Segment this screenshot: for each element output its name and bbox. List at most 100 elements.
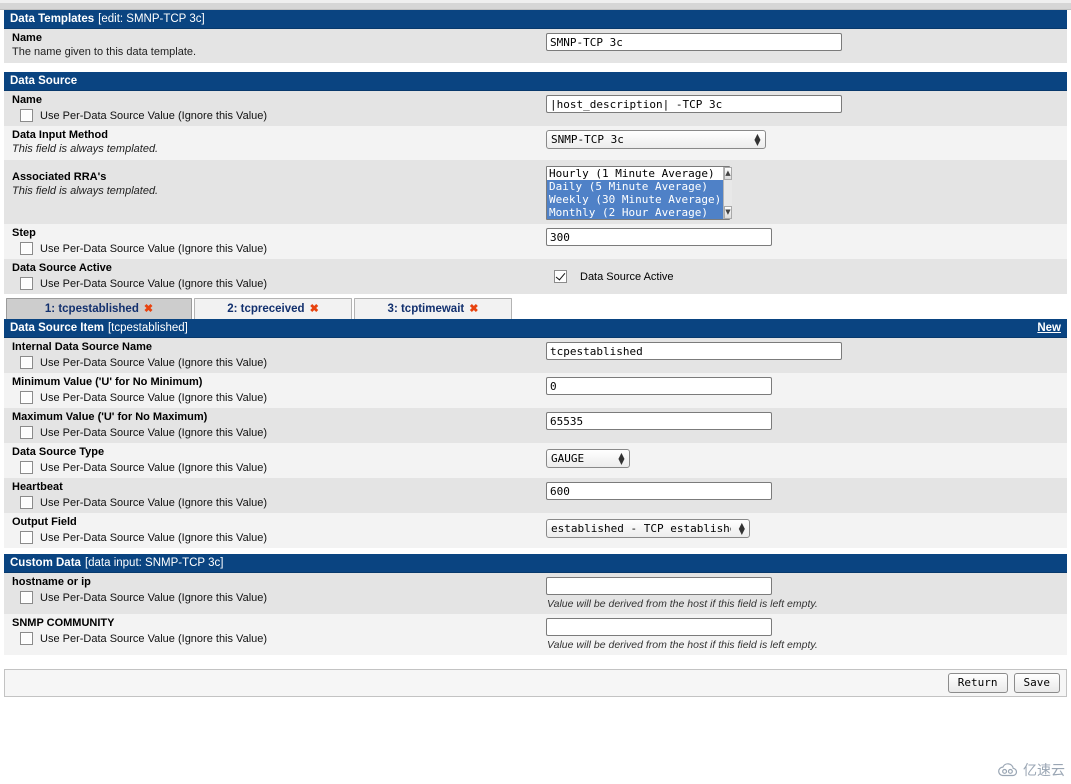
content-wrap: Data Templates [edit: SMNP-TCP 3c] Name T… <box>0 10 1071 655</box>
list-item[interactable]: Hourly (1 Minute Average) <box>547 167 723 180</box>
hostname-checkbox-line[interactable]: Use Per-Data Source Value (Ignore this V… <box>20 591 540 604</box>
snmp-community-label: SNMP COMMUNITY <box>12 617 115 629</box>
snmp-community-checkbox-line[interactable]: Use Per-Data Source Value (Ignore this V… <box>20 632 540 645</box>
associated-rras-label: Associated RRA's <box>12 171 107 183</box>
data-input-method-select[interactable]: SNMP-TCP 3c ▲ ▼ <box>546 130 766 149</box>
tab-tcpestablished[interactable]: 1: tcpestablished ✖ <box>6 298 192 319</box>
ds-name-checkbox-label: Use Per-Data Source Value (Ignore this V… <box>40 109 268 122</box>
snmp-community-checkbox-label: Use Per-Data Source Value (Ignore this V… <box>40 632 268 645</box>
snmp-community-hint: Value will be derived from the host if t… <box>547 639 818 651</box>
tab-close-icon[interactable]: ✖ <box>310 303 319 315</box>
internal-ds-name-input[interactable] <box>546 342 842 360</box>
ds-active-toggle[interactable]: Data Source Active <box>546 270 1067 283</box>
internal-ds-name-checkbox-label: Use Per-Data Source Value (Ignore this V… <box>40 356 268 369</box>
hostname-checkbox[interactable] <box>20 591 33 604</box>
output-field-label: Output Field <box>12 516 77 528</box>
step-checkbox-label: Use Per-Data Source Value (Ignore this V… <box>40 242 268 255</box>
hostname-or-ip-input[interactable] <box>546 577 772 595</box>
hostname-hint: Value will be derived from the host if t… <box>547 598 818 610</box>
tab-tcpreceived[interactable]: 2: tcpreceived ✖ <box>194 298 352 319</box>
section-header-data-source: Data Source <box>4 72 1067 91</box>
minimum-value-checkbox-line[interactable]: Use Per-Data Source Value (Ignore this V… <box>20 391 540 404</box>
row-snmp-community: SNMP COMMUNITY Use Per-Data Source Value… <box>4 614 1067 655</box>
minimum-value-checkbox-label: Use Per-Data Source Value (Ignore this V… <box>40 391 268 404</box>
data-source-item-subtitle: [tcpestablished] <box>107 321 188 334</box>
data-source-type-checkbox-line[interactable]: Use Per-Data Source Value (Ignore this V… <box>20 461 540 474</box>
listbox-scrollbar[interactable]: ▲ ▼ <box>723 167 732 219</box>
custom-data-title: Custom Data <box>10 556 81 569</box>
data-input-method-value: SNMP-TCP 3c <box>551 133 624 146</box>
ds-active-checkbox[interactable] <box>554 270 567 283</box>
data-source-type-value: GAUGE <box>551 452 585 465</box>
data-input-method-label: Data Input Method <box>12 129 108 141</box>
section-header-data-templates: Data Templates [edit: SMNP-TCP 3c] <box>4 10 1067 29</box>
return-button[interactable]: Return <box>947 673 1008 693</box>
output-field-select[interactable]: established - TCP established ▲ ▼ <box>546 519 750 538</box>
form-action-bar: Return Save <box>4 669 1067 697</box>
data-source-type-select[interactable]: GAUGE ▲ ▼ <box>546 449 630 468</box>
list-item[interactable]: Weekly (30 Minute Average) <box>547 193 724 206</box>
snmp-community-checkbox[interactable] <box>20 632 33 645</box>
ds-name-input[interactable] <box>546 95 842 113</box>
page-root: Data Templates [edit: SMNP-TCP 3c] Name T… <box>0 0 1071 784</box>
row-step: Step Use Per-Data Source Value (Ignore t… <box>4 224 1067 259</box>
step-checkbox-line[interactable]: Use Per-Data Source Value (Ignore this V… <box>20 242 540 255</box>
ds-active-per-source-line[interactable]: Use Per-Data Source Value (Ignore this V… <box>20 277 540 290</box>
template-name-desc: The name given to this data template. <box>12 46 197 58</box>
row-internal-ds-name: Internal Data Source Name Use Per-Data S… <box>4 338 1067 373</box>
associated-rras-listbox[interactable]: Hourly (1 Minute Average) Daily (5 Minut… <box>546 166 732 220</box>
list-item[interactable]: Monthly (2 Hour Average) <box>547 206 724 219</box>
internal-ds-name-label: Internal Data Source Name <box>12 341 152 353</box>
ds-name-checkbox[interactable] <box>20 109 33 122</box>
new-data-source-item-link[interactable]: New <box>1037 319 1061 338</box>
heartbeat-checkbox-line[interactable]: Use Per-Data Source Value (Ignore this V… <box>20 496 540 509</box>
cloud-icon <box>998 763 1018 777</box>
data-templates-title: Data Templates <box>10 12 95 25</box>
tab-close-icon[interactable]: ✖ <box>144 303 153 315</box>
data-source-item-tabs: 1: tcpestablished ✖ 2: tcpreceived ✖ 3: tc… <box>4 297 1067 319</box>
heartbeat-input[interactable] <box>546 482 772 500</box>
scroll-up-arrow-icon[interactable]: ▲ <box>724 167 732 180</box>
section-header-data-source-item: Data Source Item [tcpestablished] New <box>4 319 1067 338</box>
template-name-input[interactable] <box>546 33 842 51</box>
step-input[interactable] <box>546 228 772 246</box>
internal-ds-name-checkbox-line[interactable]: Use Per-Data Source Value (Ignore this V… <box>20 356 540 369</box>
template-name-label: Name <box>12 32 42 44</box>
custom-data-subtitle: [data input: SNMP-TCP 3c] <box>84 556 224 569</box>
row-data-source-active: Data Source Active Use Per-Data Source V… <box>4 259 1067 294</box>
tab-label: 2: tcpreceived <box>227 303 305 315</box>
row-minimum-value: Minimum Value ('U' for No Minimum) Use P… <box>4 373 1067 408</box>
ds-name-checkbox-line[interactable]: Use Per-Data Source Value (Ignore this V… <box>20 109 540 122</box>
maximum-value-checkbox-line[interactable]: Use Per-Data Source Value (Ignore this V… <box>20 426 540 439</box>
tab-close-icon[interactable]: ✖ <box>469 303 478 315</box>
row-associated-rras: Associated RRA's This field is always te… <box>4 160 1067 224</box>
section-header-custom-data: Custom Data [data input: SNMP-TCP 3c] <box>4 554 1067 573</box>
output-field-checkbox[interactable] <box>20 531 33 544</box>
ds-active-per-source-checkbox[interactable] <box>20 277 33 290</box>
tab-label: 1: tcpestablished <box>44 303 139 315</box>
save-button[interactable]: Save <box>1013 673 1060 693</box>
ds-active-per-source-label: Use Per-Data Source Value (Ignore this V… <box>40 277 268 290</box>
minimum-value-label: Minimum Value ('U' for No Minimum) <box>12 376 203 388</box>
site-watermark: 亿速云 <box>997 760 1065 780</box>
snmp-community-input[interactable] <box>546 618 772 636</box>
maximum-value-label: Maximum Value ('U' for No Maximum) <box>12 411 208 423</box>
data-source-type-checkbox[interactable] <box>20 461 33 474</box>
row-output-field: Output Field Use Per-Data Source Value (… <box>4 513 1067 548</box>
step-checkbox[interactable] <box>20 242 33 255</box>
data-source-type-checkbox-label: Use Per-Data Source Value (Ignore this V… <box>40 461 268 474</box>
minimum-value-input[interactable] <box>546 377 772 395</box>
heartbeat-checkbox[interactable] <box>20 496 33 509</box>
minimum-value-checkbox[interactable] <box>20 391 33 404</box>
internal-ds-name-checkbox[interactable] <box>20 356 33 369</box>
data-source-item-title: Data Source Item <box>10 321 104 334</box>
maximum-value-checkbox[interactable] <box>20 426 33 439</box>
heartbeat-label: Heartbeat <box>12 481 63 493</box>
output-field-checkbox-line[interactable]: Use Per-Data Source Value (Ignore this V… <box>20 531 540 544</box>
scroll-down-arrow-icon[interactable]: ▼ <box>724 206 732 219</box>
row-heartbeat: Heartbeat Use Per-Data Source Value (Ign… <box>4 478 1067 513</box>
tab-tcptimewait[interactable]: 3: tcptimewait ✖ <box>354 298 512 319</box>
heartbeat-checkbox-label: Use Per-Data Source Value (Ignore this V… <box>40 496 268 509</box>
list-item[interactable]: Daily (5 Minute Average) <box>547 180 724 193</box>
maximum-value-input[interactable] <box>546 412 772 430</box>
